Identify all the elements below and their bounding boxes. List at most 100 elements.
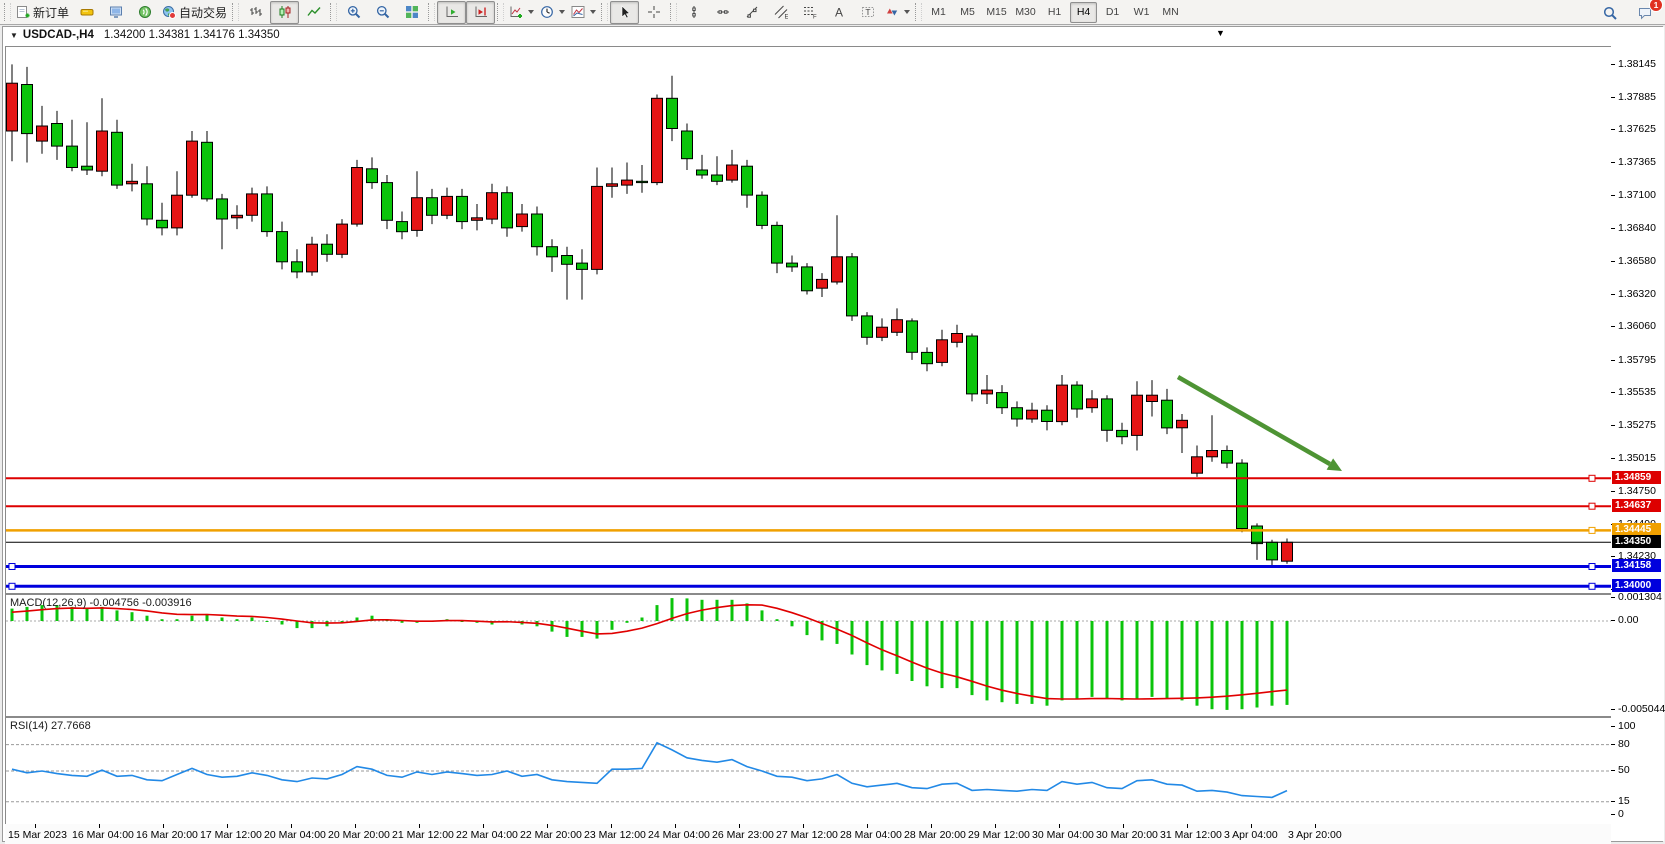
price-chart-canvas[interactable] [6,47,1612,593]
zoom-in-button[interactable] [339,1,368,24]
horizontal-line-tool-button[interactable] [708,1,737,24]
templates-caret-icon[interactable] [590,10,596,14]
level-handle[interactable] [1589,475,1595,481]
vertical-line-tool-button[interactable] [679,1,708,24]
macd-bar [656,605,659,621]
candle [697,170,708,175]
timeframe-m15-button[interactable]: M15 [983,2,1010,23]
templates-button[interactable] [568,1,599,24]
toolbar-drag-handle[interactable] [428,3,435,21]
axis-tick [1611,294,1615,295]
time-tick [1123,824,1124,828]
search-button[interactable] [1595,1,1624,24]
macd-bar [1151,621,1154,697]
candle-chart-mode-button[interactable] [270,1,299,24]
time-axis-label: 28 Mar 04:00 [840,829,902,841]
level-handle[interactable] [9,583,15,589]
macd-bar [911,621,914,681]
time-axis-label: 26 Mar 23:00 [712,829,774,841]
auto-trading-button[interactable]: 自动交易 [159,1,230,24]
periods-button[interactable] [537,1,568,24]
signals-button[interactable] [130,1,159,24]
bar-chart-mode-button[interactable] [241,1,270,24]
toolbar-drag-handle[interactable] [601,3,608,21]
chart-shift-button[interactable] [466,1,495,24]
price-panel[interactable] [5,46,1613,594]
time-tick [1251,824,1252,828]
timeframe-m1-button[interactable]: M1 [925,2,952,23]
text-label-tool-button[interactable]: T [853,1,882,24]
axis-tick [1611,744,1615,745]
timeframe-d1-button[interactable]: D1 [1099,2,1126,23]
level-handle[interactable] [1589,583,1595,589]
macd-bar [1046,621,1049,706]
timeframe-mn-button[interactable]: MN [1157,2,1184,23]
crosshair-tool-button[interactable] [639,1,668,24]
toolbar-drag-handle[interactable] [670,3,677,21]
rsi-axis-label: 100 [1618,720,1636,732]
add-indicator-caret-icon[interactable] [528,10,534,14]
zoom-out-button[interactable] [368,1,397,24]
macd-canvas[interactable] [6,595,1612,716]
price-axis-label: 1.37885 [1618,91,1656,103]
toolbar-drag-handle[interactable] [232,3,239,21]
toolbar-drag-handle[interactable] [915,3,922,21]
time-axis-label: 16 Mar 20:00 [136,829,198,841]
text-tool-button[interactable]: A [824,1,853,24]
candle [502,193,513,228]
level-price-label: 1.34350 [1612,535,1661,548]
timeframe-w1-button[interactable]: W1 [1128,2,1155,23]
price-axis-label: 1.35795 [1618,354,1656,366]
candle [157,220,168,228]
trend-arrow[interactable] [1178,377,1330,464]
toolbar-drag-handle[interactable] [497,3,504,21]
macd-axis-max: 0.001304 [1618,591,1662,603]
rsi-canvas[interactable] [6,718,1612,824]
level-handle[interactable] [1589,503,1595,509]
tile-windows-button[interactable] [397,1,426,24]
level-handle[interactable] [9,564,15,570]
axis-tick [1611,425,1615,426]
axis-tick [1611,360,1615,361]
macd-bar [191,616,194,621]
time-axis: 15 Mar 202316 Mar 04:0016 Mar 20:0017 Ma… [5,824,1611,844]
fibonacci-tool-button[interactable]: F [795,1,824,24]
timeframe-h1-button[interactable]: H1 [1041,2,1068,23]
auto-scroll-button[interactable] [437,1,466,24]
candle [892,320,903,333]
trendline-tool-button[interactable] [737,1,766,24]
toolbar-drag-handle[interactable] [4,3,11,21]
monitor-icon [109,5,123,19]
level-handle[interactable] [1589,564,1595,570]
add-indicator-button[interactable] [506,1,537,24]
signal-icon [138,5,152,19]
rsi-panel[interactable]: RSI(14) 27.7668 [5,717,1613,825]
candle [1042,410,1053,421]
timeframe-h4-button[interactable]: H4 [1070,2,1097,23]
periods-caret-icon[interactable] [559,10,565,14]
macd-panel[interactable]: MACD(12,26,9) -0.004756 -0.003916 [5,594,1613,717]
notifications-button[interactable]: 1 [1630,1,1659,24]
arrows-tool-button[interactable] [882,1,913,24]
new-order-icon [16,5,30,19]
arrows-tool-caret-icon[interactable] [904,10,910,14]
toolbar-drag-handle[interactable] [330,3,337,21]
timeframe-m30-button[interactable]: M30 [1012,2,1039,23]
candle [757,195,768,225]
new-order-label: 新订单 [33,4,69,21]
metaeditor-button[interactable] [72,1,101,24]
line-chart-mode-button[interactable] [299,1,328,24]
channel-tool-button[interactable]: E [766,1,795,24]
collapse-chart-icon[interactable]: ▼ [10,31,18,40]
cursor-tool-button[interactable] [610,1,639,24]
new-order-button[interactable]: 新订单 [13,1,72,24]
macd-bar [626,621,629,623]
chart-shift-marker-icon[interactable]: ▼ [1216,28,1225,38]
macd-bar [1241,621,1244,709]
level-handle[interactable] [1589,527,1595,533]
price-axis-label: 1.38145 [1618,58,1656,70]
candle [232,215,243,218]
timeframe-m5-button[interactable]: M5 [954,2,981,23]
market-watch-button[interactable] [101,1,130,24]
macd-axis-zero: 0.00 [1618,614,1638,626]
